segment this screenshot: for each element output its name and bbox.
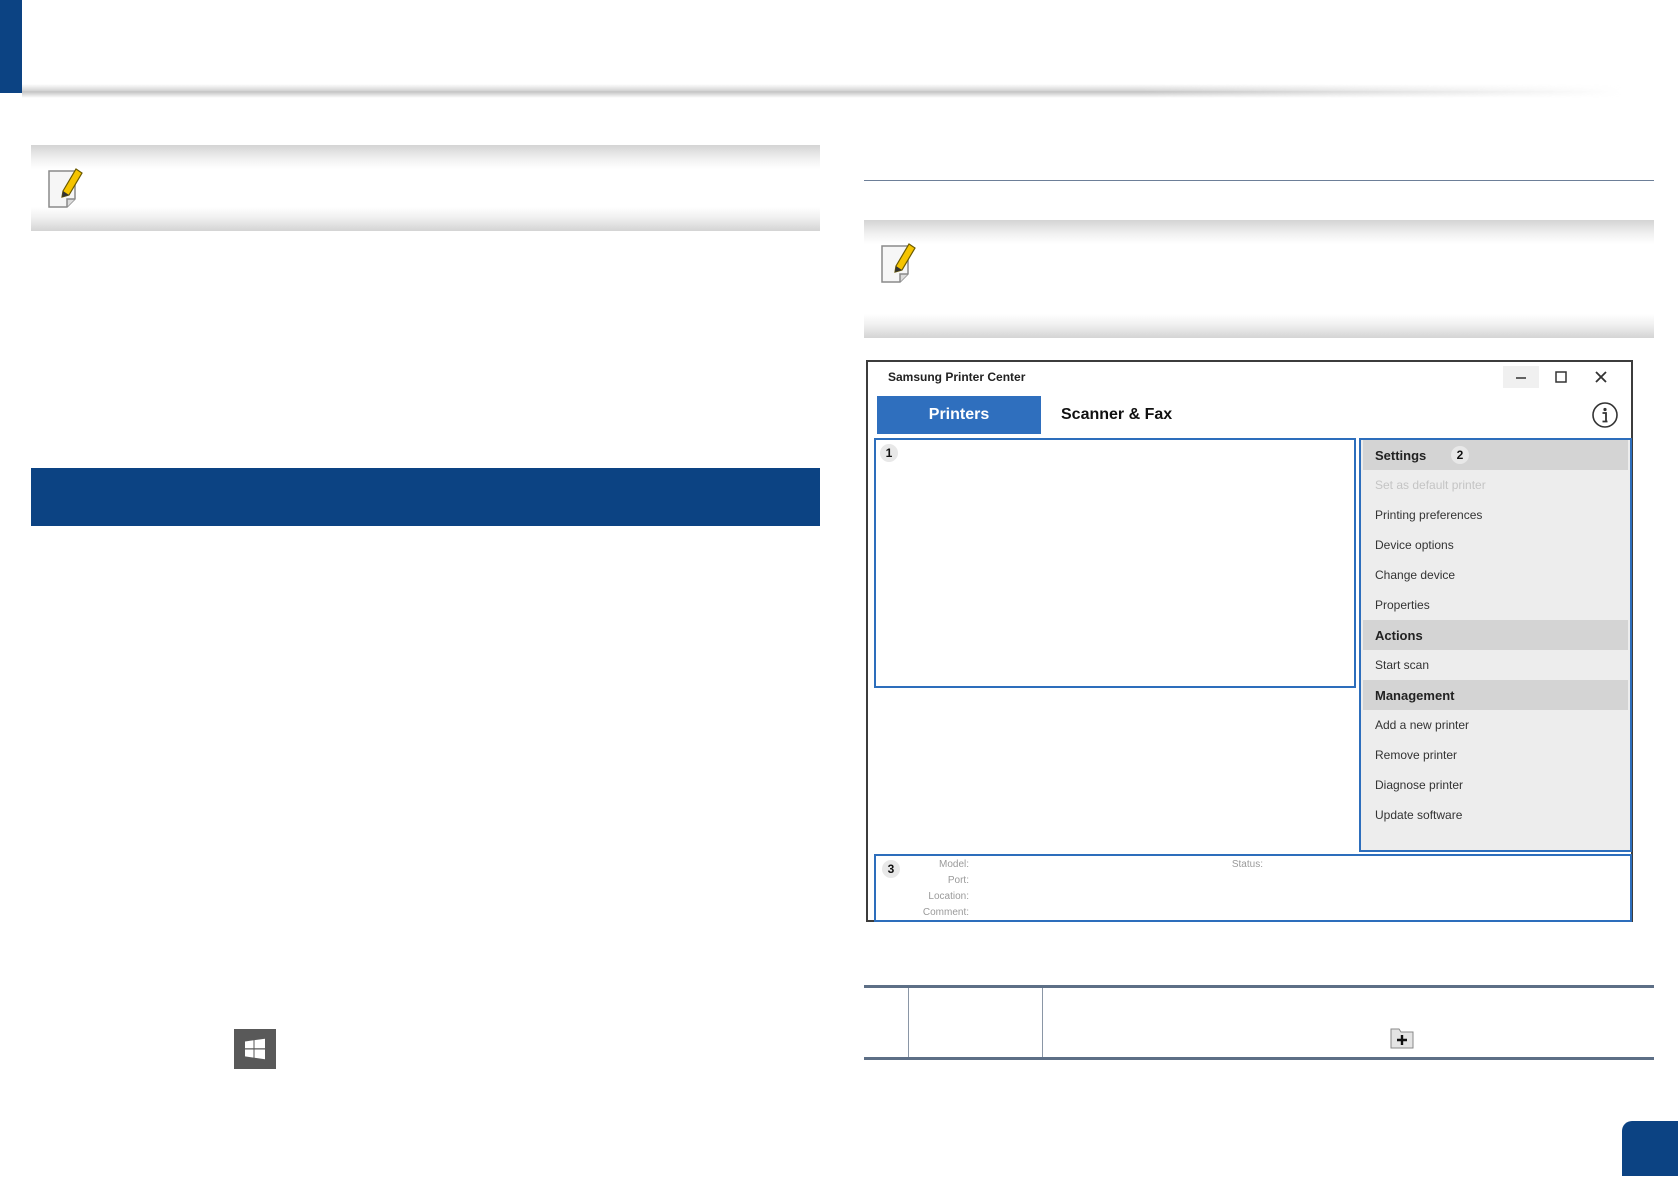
windows-start-button xyxy=(234,1029,276,1069)
callout-badge: 2 xyxy=(1451,446,1469,464)
status-label-status: Status: xyxy=(1231,859,1263,870)
menu-item-printing-preferences[interactable]: Printing preferences xyxy=(1363,500,1628,530)
menu-header-label: Settings xyxy=(1375,447,1427,463)
folder-add-icon xyxy=(1390,1028,1414,1049)
table-column-divider xyxy=(1042,988,1043,1057)
maximize-button[interactable] xyxy=(1543,366,1579,388)
close-button[interactable] xyxy=(1583,366,1619,388)
menu-item-diagnose-printer[interactable]: Diagnose printer xyxy=(1363,770,1628,800)
menu-header-management: Management xyxy=(1363,680,1628,710)
close-icon xyxy=(1595,371,1607,383)
status-label-port: Port: xyxy=(947,875,969,886)
printer-center-window: Samsung Printer Center Printers Scanner … xyxy=(866,360,1633,922)
header-rule xyxy=(22,84,1622,98)
section-divider xyxy=(864,180,1654,181)
table-top-rule xyxy=(864,985,1654,988)
status-label-model: Model: xyxy=(938,859,969,870)
note-bar xyxy=(31,145,820,231)
menu-item-change-device[interactable]: Change device xyxy=(1363,560,1628,590)
tab-printers[interactable]: Printers xyxy=(877,396,1041,434)
section-heading-bar xyxy=(31,468,820,526)
printer-list-pane[interactable]: 1 xyxy=(874,438,1356,688)
minimize-icon xyxy=(1516,377,1526,379)
menu-item-properties[interactable]: Properties xyxy=(1363,590,1628,620)
menu-item-remove-printer[interactable]: Remove printer xyxy=(1363,740,1628,770)
minimize-button[interactable] xyxy=(1503,366,1539,388)
note-bar xyxy=(864,220,1654,338)
table-bottom-rule xyxy=(864,1057,1654,1060)
pencil-note-icon xyxy=(48,168,83,208)
callout-badge: 1 xyxy=(880,444,898,462)
menu-item-start-scan[interactable]: Start scan xyxy=(1363,650,1628,680)
tab-scanner-fax[interactable]: Scanner & Fax xyxy=(1061,396,1172,434)
menu-item-device-options[interactable]: Device options xyxy=(1363,530,1628,560)
header-accent-tab xyxy=(0,0,22,93)
menu-header-actions: Actions xyxy=(1363,620,1628,650)
status-label-comment: Comment: xyxy=(922,907,969,918)
menu-header-settings: Settings xyxy=(1363,440,1628,470)
menu-item-add-printer[interactable]: Add a new printer xyxy=(1363,710,1628,740)
maximize-icon xyxy=(1555,371,1567,383)
info-circle-icon[interactable] xyxy=(1591,401,1619,429)
windows-logo-icon xyxy=(245,1038,265,1060)
pencil-note-icon xyxy=(881,243,916,283)
table-column-divider xyxy=(908,988,909,1057)
page-number-tab xyxy=(1622,1121,1678,1176)
menu-item-update-software[interactable]: Update software xyxy=(1363,800,1628,830)
printer-status-pane: 3 Model: Port: Location: Comment: Status… xyxy=(874,854,1632,922)
window-title: Samsung Printer Center xyxy=(888,370,1026,384)
settings-pane: Settings 2 Set as default printer Printi… xyxy=(1359,438,1632,852)
menu-item-set-default-printer[interactable]: Set as default printer xyxy=(1363,470,1628,500)
status-label-location: Location: xyxy=(928,891,969,902)
